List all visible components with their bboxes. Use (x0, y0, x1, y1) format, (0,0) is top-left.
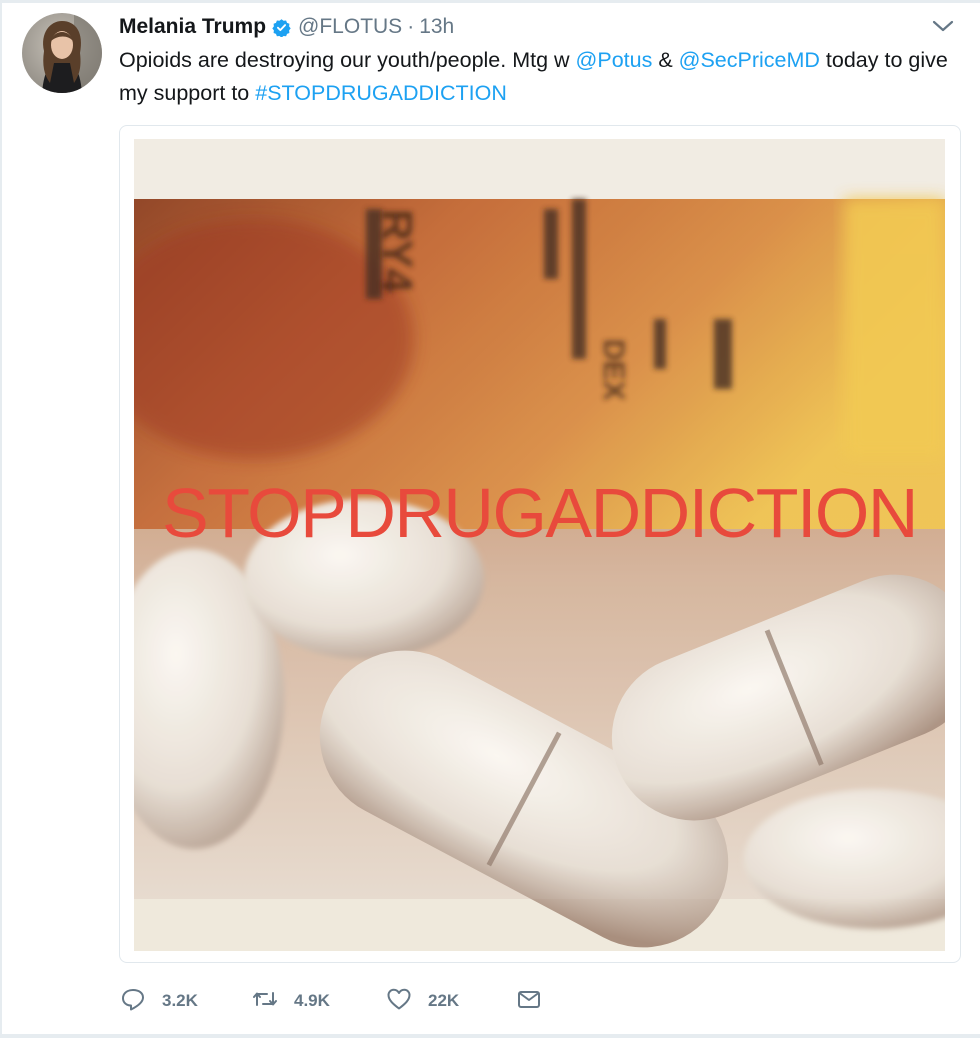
reply-icon (119, 985, 147, 1018)
direct-message-button[interactable] (515, 985, 543, 1018)
tweet-text-segment: & (652, 48, 679, 72)
mention-potus-link[interactable]: @Potus (576, 48, 653, 72)
reply-count: 3.2K (162, 991, 198, 1010)
like-button[interactable]: 22K (385, 985, 515, 1018)
verified-badge-icon (272, 18, 291, 38)
author-handle[interactable]: @FLOTUS (298, 15, 402, 39)
like-count: 22K (428, 991, 460, 1010)
photo-overlay-text: STOPDRUGADDICTION (162, 474, 918, 552)
hashtag-link[interactable]: #STOPDRUGADDICTION (255, 81, 507, 105)
tweet-actions: 3.2K 4.9K 22K (119, 983, 543, 1019)
top-divider (0, 0, 980, 3)
bottle-label-text: DEX (597, 339, 630, 401)
retweet-button[interactable]: 4.9K (251, 985, 385, 1018)
left-divider (0, 0, 2, 1038)
tweet-header: Melania Trump @FLOTUS · 13h (119, 11, 454, 43)
chevron-down-icon[interactable] (930, 16, 956, 36)
author-name[interactable]: Melania Trump (119, 15, 266, 39)
reply-button[interactable]: 3.2K (119, 985, 251, 1018)
envelope-icon (515, 985, 543, 1018)
retweet-count: 4.9K (294, 991, 330, 1010)
bottle-label-text: RY4 (372, 209, 421, 293)
heart-icon (385, 985, 413, 1018)
avatar[interactable] (22, 13, 102, 93)
bottom-divider (0, 1034, 980, 1038)
retweet-icon (251, 985, 279, 1018)
tweet-timestamp[interactable]: 13h (419, 15, 454, 39)
media-card: RY4 DEX STOPDRUGADDICTION (119, 125, 961, 963)
mention-secpricemd-link[interactable]: @SecPriceMD (679, 48, 820, 72)
tweet-photo[interactable]: RY4 DEX STOPDRUGADDICTION (134, 139, 945, 951)
header-separator: · (407, 15, 415, 38)
tweet-text-segment: Opioids are destroying our youth/people.… (119, 48, 576, 72)
tweet-text: Opioids are destroying our youth/people.… (119, 44, 964, 110)
